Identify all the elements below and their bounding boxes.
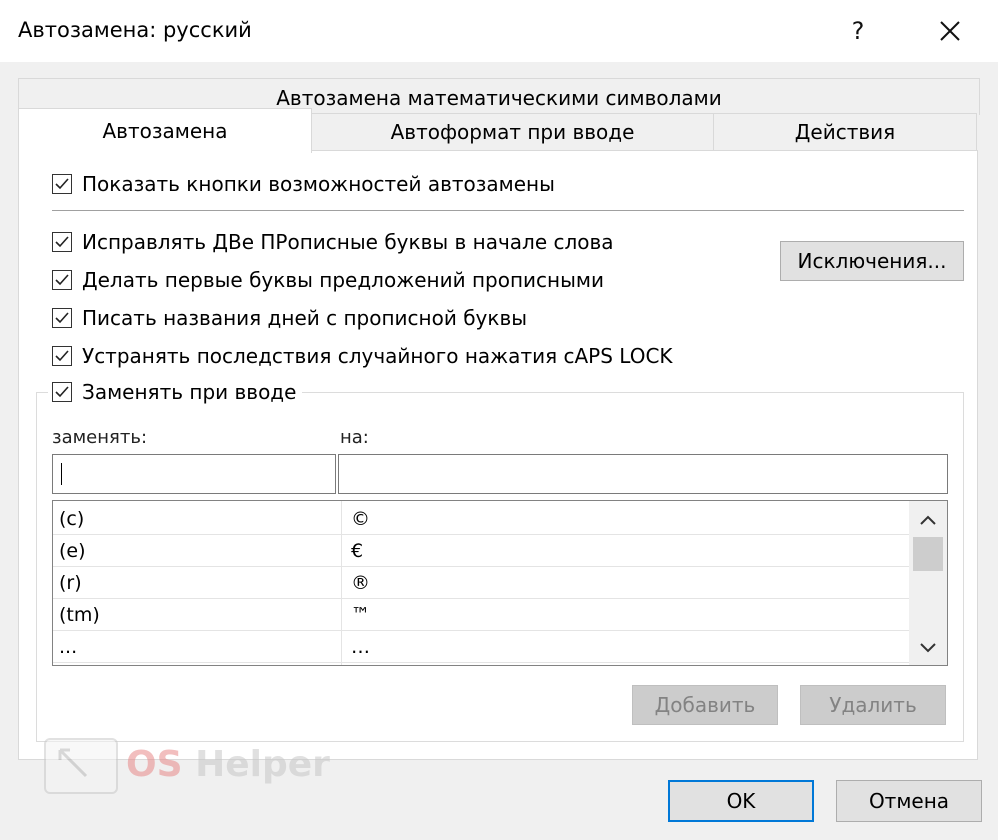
with-cell: © bbox=[351, 508, 370, 530]
close-icon bbox=[940, 21, 960, 41]
checkmark-icon bbox=[55, 312, 69, 324]
with-label: на: bbox=[340, 427, 369, 448]
capitalize-days-label: Писать названия дней с прописной буквы bbox=[82, 306, 528, 330]
text-caret bbox=[61, 463, 62, 485]
correct-two-caps-checkbox[interactable] bbox=[52, 232, 72, 252]
tab-autocorrect[interactable]: Автозамена bbox=[18, 108, 312, 153]
scroll-up-button[interactable] bbox=[909, 503, 947, 537]
vertical-scrollbar[interactable] bbox=[909, 501, 947, 665]
replace-as-type-option[interactable]: Заменять при вводе bbox=[48, 378, 303, 406]
replace-input[interactable] bbox=[52, 454, 336, 494]
help-button[interactable]: ? bbox=[838, 14, 878, 48]
cancel-button[interactable]: Отмена bbox=[836, 780, 982, 822]
chevron-up-icon bbox=[920, 515, 936, 525]
with-cell: ® bbox=[351, 572, 370, 594]
correct-two-caps-label: Исправлять ДВе ПРописные буквы в начале … bbox=[82, 230, 614, 254]
correct-two-caps-option[interactable]: Исправлять ДВе ПРописные буквы в начале … bbox=[52, 228, 614, 256]
caps-lock-option[interactable]: Устранять последствия случайного нажатия… bbox=[52, 342, 673, 370]
checkmark-icon bbox=[55, 386, 69, 398]
checkmark-icon bbox=[55, 274, 69, 286]
replace-cell: ... bbox=[59, 636, 78, 658]
replace-cell: (c) bbox=[59, 508, 85, 530]
watermark-os: OS bbox=[126, 744, 183, 785]
separator bbox=[52, 210, 964, 211]
column-divider bbox=[341, 501, 342, 665]
capitalize-sentences-checkbox[interactable] bbox=[52, 270, 72, 290]
replace-label: заменять: bbox=[52, 427, 148, 448]
with-cell: … bbox=[351, 636, 370, 658]
caps-lock-label: Устранять последствия случайного нажатия… bbox=[82, 344, 673, 368]
chevron-down-icon bbox=[920, 643, 936, 653]
replace-cell: (e) bbox=[59, 540, 86, 562]
add-button[interactable]: Добавить bbox=[632, 685, 778, 725]
scroll-thumb[interactable] bbox=[913, 537, 943, 571]
capitalize-days-checkbox[interactable] bbox=[52, 308, 72, 328]
table-row[interactable]: (c) © bbox=[53, 503, 909, 535]
capitalize-days-option[interactable]: Писать названия дней с прописной буквы bbox=[52, 304, 527, 332]
show-buttons-option[interactable]: Показать кнопки возможностей автозамены bbox=[52, 170, 555, 198]
checkmark-icon bbox=[55, 236, 69, 248]
monitor-icon bbox=[44, 738, 118, 794]
with-input[interactable] bbox=[338, 454, 948, 494]
replace-cell: (r) bbox=[59, 572, 82, 594]
table-row[interactable]: (e) € bbox=[53, 535, 909, 567]
checkmark-icon bbox=[55, 178, 69, 190]
scroll-down-button[interactable] bbox=[909, 631, 947, 665]
replace-as-type-checkbox[interactable] bbox=[52, 382, 72, 402]
ok-button[interactable]: OK bbox=[668, 780, 814, 822]
checkmark-icon bbox=[55, 350, 69, 362]
exceptions-button[interactable]: Исключения... bbox=[780, 241, 964, 281]
with-cell: € bbox=[351, 540, 364, 562]
caps-lock-checkbox[interactable] bbox=[52, 346, 72, 366]
tab-math-autocorrect-label: Автозамена математическими символами bbox=[276, 86, 722, 110]
capitalize-sentences-option[interactable]: Делать первые буквы предложений прописны… bbox=[52, 266, 604, 294]
autocorrect-list[interactable]: (c) © (e) € (r) ® (tm) ™ ... … bbox=[52, 500, 948, 666]
window-title: Автозамена: русский bbox=[18, 18, 252, 42]
watermark-text: OS Helper bbox=[126, 744, 330, 785]
table-row[interactable]: (r) ® bbox=[53, 567, 909, 599]
capitalize-sentences-label: Делать первые буквы предложений прописны… bbox=[82, 268, 604, 292]
close-button[interactable] bbox=[930, 14, 970, 48]
tab-actions[interactable]: Действия bbox=[713, 113, 977, 151]
delete-button[interactable]: Удалить bbox=[800, 685, 946, 725]
show-buttons-checkbox[interactable] bbox=[52, 174, 72, 194]
tab-autoformat[interactable]: Автоформат при вводе bbox=[311, 113, 714, 151]
table-row[interactable]: ... … bbox=[53, 631, 909, 663]
replace-cell: (tm) bbox=[59, 604, 100, 626]
title-bar: Автозамена: русский ? bbox=[0, 0, 998, 62]
show-buttons-label: Показать кнопки возможностей автозамены bbox=[82, 172, 555, 196]
watermark-logo: OS Helper bbox=[40, 734, 340, 798]
autocorrect-dialog: Автозамена: русский ? Автозамена математ… bbox=[0, 0, 998, 840]
replace-as-type-label: Заменять при вводе bbox=[82, 380, 297, 404]
watermark-helper: Helper bbox=[182, 744, 330, 785]
table-row[interactable]: (tm) ™ bbox=[53, 599, 909, 631]
with-cell: ™ bbox=[351, 604, 370, 626]
